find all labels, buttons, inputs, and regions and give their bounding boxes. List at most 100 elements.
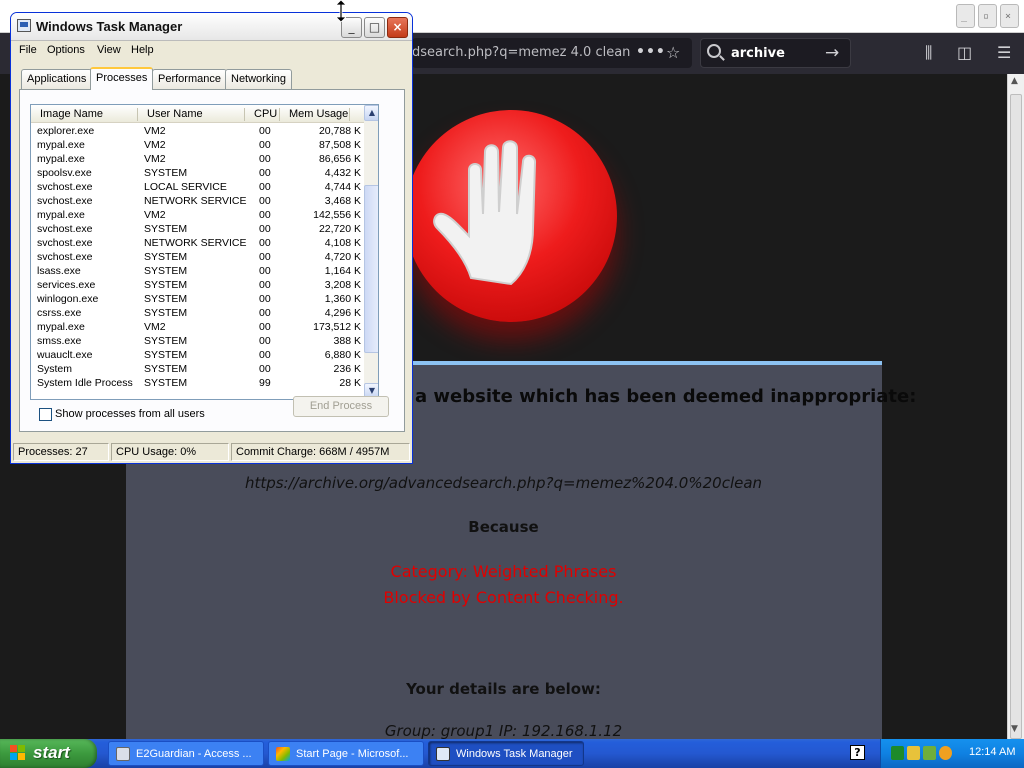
taskbar: start E2Guardian - Access ... Start Page… bbox=[0, 739, 1024, 768]
process-image-name: services.exe bbox=[37, 279, 96, 291]
close-button[interactable]: × bbox=[387, 17, 408, 38]
process-mem-usage: 3,468 K bbox=[324, 195, 361, 207]
process-cpu: 00 bbox=[259, 139, 271, 151]
browser-minimize-button[interactable]: _ bbox=[956, 4, 975, 28]
process-mem-usage: 4,432 K bbox=[324, 167, 361, 179]
process-row[interactable]: svchost.exe NETWORK SERVICE 00 4,108 K bbox=[31, 237, 364, 251]
tray-app-icon[interactable] bbox=[923, 746, 936, 760]
help-icon[interactable]: ? bbox=[850, 745, 865, 760]
process-list[interactable]: Image Name User Name CPU Mem Usage explo… bbox=[30, 104, 379, 400]
process-row[interactable]: mypal.exe VM2 00 86,656 K bbox=[31, 153, 364, 167]
process-list-scroll-thumb[interactable] bbox=[364, 185, 378, 353]
process-mem-usage: 1,360 K bbox=[324, 293, 361, 305]
tab-applications[interactable]: Applications bbox=[21, 69, 93, 89]
taskbar-item-start-page[interactable]: Start Page - Microsof... bbox=[268, 741, 424, 766]
process-image-name: wuauclt.exe bbox=[37, 349, 93, 361]
search-bar[interactable]: archive → bbox=[700, 38, 851, 68]
process-cpu: 99 bbox=[259, 377, 271, 389]
menu-help[interactable]: Help bbox=[131, 44, 154, 56]
group-ip-text: Group: group1 IP: 192.168.1.12 bbox=[384, 722, 623, 740]
task-manager-window: Windows Task Manager _ □ × File Options … bbox=[10, 12, 413, 464]
scroll-up-arrow-icon[interactable]: ▲ bbox=[1011, 76, 1018, 86]
bookmark-star-icon[interactable]: ☆ bbox=[666, 43, 680, 62]
process-row[interactable]: csrss.exe SYSTEM 00 4,296 K bbox=[31, 307, 364, 321]
column-cpu[interactable]: CPU bbox=[254, 108, 277, 120]
process-row[interactable]: smss.exe SYSTEM 00 388 K bbox=[31, 335, 364, 349]
page-actions-icon[interactable]: ••• bbox=[636, 44, 666, 60]
process-user-name: VM2 bbox=[144, 321, 166, 333]
end-process-button[interactable]: End Process bbox=[293, 396, 389, 417]
tab-performance[interactable]: Performance bbox=[152, 69, 227, 89]
search-input[interactable]: archive bbox=[731, 46, 785, 61]
scroll-down-arrow-icon[interactable]: ▼ bbox=[1011, 724, 1018, 734]
process-row[interactable]: spoolsv.exe SYSTEM 00 4,432 K bbox=[31, 167, 364, 181]
taskbar-item-label: Windows Task Manager bbox=[456, 748, 573, 760]
process-row[interactable]: mypal.exe VM2 00 173,512 K bbox=[31, 321, 364, 335]
process-row[interactable]: mypal.exe VM2 00 142,556 K bbox=[31, 209, 364, 223]
taskbar-item-task-manager[interactable]: Windows Task Manager bbox=[428, 741, 584, 766]
sidebar-icon[interactable]: ◫ bbox=[957, 43, 972, 62]
process-row[interactable]: winlogon.exe SYSTEM 00 1,360 K bbox=[31, 293, 364, 307]
browser-restore-button[interactable]: ▫ bbox=[978, 4, 997, 28]
column-image-name[interactable]: Image Name bbox=[40, 108, 103, 120]
checkbox-box[interactable] bbox=[39, 408, 52, 421]
task-manager-app-icon bbox=[17, 19, 31, 32]
url-text[interactable]: dsearch.php?q=memez 4.0 clean bbox=[412, 45, 630, 60]
hamburger-menu-icon[interactable]: ☰ bbox=[997, 43, 1011, 62]
process-mem-usage: 28 K bbox=[339, 377, 361, 389]
process-image-name: svchost.exe bbox=[37, 237, 93, 249]
process-list-scrollbar[interactable]: ▲ ▼ bbox=[364, 105, 378, 399]
scroll-up-button[interactable]: ▲ bbox=[364, 105, 378, 121]
page-scrollbar[interactable]: ▲ ▼ bbox=[1007, 74, 1024, 739]
library-icon[interactable]: ⫼ bbox=[925, 43, 932, 63]
tab-networking[interactable]: Networking bbox=[225, 69, 293, 89]
process-row[interactable]: svchost.exe SYSTEM 00 22,720 K bbox=[31, 223, 364, 237]
process-list-header: Image Name User Name CPU Mem Usage bbox=[31, 105, 364, 123]
status-processes: Processes: 27 bbox=[13, 443, 109, 461]
browser-close-button[interactable]: × bbox=[1000, 4, 1019, 28]
menu-options[interactable]: Options bbox=[47, 44, 85, 56]
process-row[interactable]: explorer.exe VM2 00 20,788 K bbox=[31, 125, 364, 139]
menu-file[interactable]: File bbox=[19, 44, 37, 56]
clock[interactable]: 12:14 AM bbox=[969, 746, 1015, 758]
process-row[interactable]: System Idle Process SYSTEM 99 28 K bbox=[31, 377, 364, 391]
taskbar-item-label: E2Guardian - Access ... bbox=[136, 748, 252, 760]
process-image-name: explorer.exe bbox=[37, 125, 95, 137]
process-row[interactable]: svchost.exe LOCAL SERVICE 00 4,744 K bbox=[31, 181, 364, 195]
process-row[interactable]: System SYSTEM 00 236 K bbox=[31, 363, 364, 377]
block-reason: Blocked by Content Checking. bbox=[383, 588, 624, 607]
process-image-name: System Idle Process bbox=[37, 377, 133, 389]
column-mem-usage[interactable]: Mem Usage bbox=[289, 108, 348, 120]
process-user-name: SYSTEM bbox=[144, 349, 188, 361]
taskbar-item-e2guardian[interactable]: E2Guardian - Access ... bbox=[108, 741, 264, 766]
task-manager-titlebar[interactable]: Windows Task Manager _ □ × bbox=[11, 13, 412, 41]
process-row[interactable]: mypal.exe VM2 00 87,508 K bbox=[31, 139, 364, 153]
tray-search-icon[interactable] bbox=[939, 746, 952, 760]
column-user-name[interactable]: User Name bbox=[147, 108, 203, 120]
maximize-button[interactable]: □ bbox=[364, 17, 385, 38]
start-button[interactable]: start bbox=[0, 739, 97, 768]
url-bar[interactable]: dsearch.php?q=memez 4.0 clean ••• ☆ bbox=[412, 38, 692, 68]
process-user-name: VM2 bbox=[144, 153, 166, 165]
tray-security-icon[interactable] bbox=[907, 746, 920, 760]
because-label: Because bbox=[468, 518, 539, 536]
show-all-processes-label[interactable]: Show processes from all users bbox=[55, 408, 205, 420]
process-row[interactable]: wuauclt.exe SYSTEM 00 6,880 K bbox=[31, 349, 364, 363]
process-image-name: svchost.exe bbox=[37, 181, 93, 193]
search-go-arrow-icon[interactable]: → bbox=[825, 43, 839, 63]
menu-view[interactable]: View bbox=[97, 44, 121, 56]
tab-processes[interactable]: Processes bbox=[90, 67, 154, 90]
process-cpu: 00 bbox=[259, 195, 271, 207]
process-row[interactable]: svchost.exe NETWORK SERVICE 00 3,468 K bbox=[31, 195, 364, 209]
process-row[interactable]: svchost.exe SYSTEM 00 4,720 K bbox=[31, 251, 364, 265]
tray-network-icon[interactable] bbox=[891, 746, 904, 760]
process-user-name: VM2 bbox=[144, 209, 166, 221]
process-image-name: winlogon.exe bbox=[37, 293, 99, 305]
process-user-name: SYSTEM bbox=[144, 307, 188, 319]
process-image-name: mypal.exe bbox=[37, 139, 85, 151]
process-row[interactable]: lsass.exe SYSTEM 00 1,164 K bbox=[31, 265, 364, 279]
process-row[interactable]: services.exe SYSTEM 00 3,208 K bbox=[31, 279, 364, 293]
process-cpu: 00 bbox=[259, 349, 271, 361]
process-user-name: SYSTEM bbox=[144, 363, 188, 375]
page-scrollbar-thumb[interactable] bbox=[1010, 94, 1022, 739]
